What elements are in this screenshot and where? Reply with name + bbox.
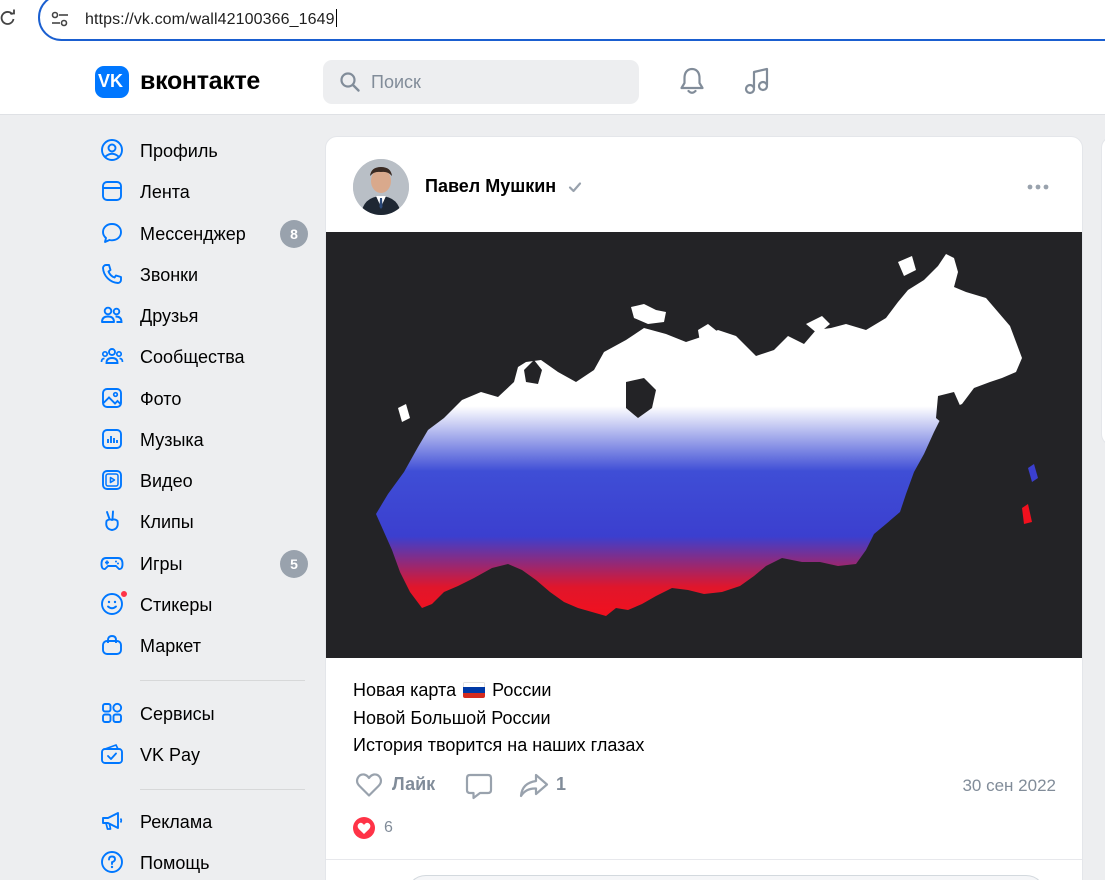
photo-icon <box>102 388 122 408</box>
games-icon <box>100 557 124 570</box>
phone-icon <box>102 264 122 284</box>
sidebar-item-music[interactable]: Музыка <box>96 421 311 457</box>
sidebar-item-label: Маркет <box>140 636 201 656</box>
post-text-line: Новая карта России <box>353 677 644 705</box>
sidebar-item-label: VK Pay <box>140 745 201 765</box>
megaphone-icon <box>102 812 123 830</box>
sidebar-item-label: Стикеры <box>140 595 213 615</box>
sidebar-item-clips[interactable]: Клипы <box>96 503 311 539</box>
verified-check-icon <box>568 182 582 193</box>
sidebar-item-label: Лента <box>140 182 190 202</box>
heart-reaction-icon <box>353 817 375 839</box>
russia-flag-emoji-icon <box>463 682 486 698</box>
messenger-icon <box>102 223 122 243</box>
sidebar-item-label: Звонки <box>140 265 199 285</box>
sidebar-item-ads[interactable]: Реклама <box>96 803 311 839</box>
search-icon <box>340 72 360 92</box>
sidebar-item-market[interactable]: Маркет <box>96 627 311 663</box>
like-button-label[interactable]: Лайк <box>392 774 435 795</box>
russia-map-image <box>326 232 1082 658</box>
url-text[interactable]: https://vk.com/wall42100366_1649 <box>85 9 337 29</box>
communities-icon <box>100 348 124 364</box>
more-options-icon[interactable] <box>1025 177 1051 197</box>
post-image[interactable] <box>326 232 1082 658</box>
help-icon <box>101 851 123 873</box>
vk-logo-icon[interactable]: VK <box>95 66 129 98</box>
sidebar-item-help[interactable]: Помощь <box>96 844 311 880</box>
new-indicator-dot <box>120 590 128 598</box>
post-text-segment: Новая карта <box>353 680 457 700</box>
post-date[interactable]: 30 сен 2022 <box>962 776 1056 796</box>
sidebar-item-label: Клипы <box>140 512 194 532</box>
sidebar-item-video[interactable]: Видео <box>96 462 311 498</box>
feed-icon <box>102 181 122 201</box>
sidebar-item-label: Реклама <box>140 812 213 832</box>
video-icon <box>102 470 122 490</box>
profile-icon <box>101 139 123 161</box>
services-icon <box>102 702 123 723</box>
bell-icon[interactable] <box>678 66 706 96</box>
avatar-portrait-image <box>353 159 409 215</box>
sidebar-item-games[interactable]: Игры 5 <box>96 545 311 581</box>
search-box[interactable] <box>323 60 639 104</box>
reload-icon[interactable] <box>0 8 18 28</box>
sidebar-item-messenger[interactable]: Мессенджер 8 <box>96 215 311 251</box>
sidebar-item-vkpay[interactable]: VK Pay <box>96 736 311 772</box>
sidebar-item-label: Музыка <box>140 430 204 450</box>
sidebar-item-feed[interactable]: Лента <box>96 173 311 209</box>
post-text-line: Новой Большой России <box>353 707 551 728</box>
comment-icon[interactable] <box>465 772 493 800</box>
messenger-count-badge: 8 <box>280 220 308 248</box>
post-text-line: История творится на наших глазах <box>353 735 645 755</box>
post-text: Новая карта России Новой Большой России … <box>353 677 644 760</box>
sidebar-item-label: Фото <box>140 389 182 409</box>
vk-logo-text: VK <box>98 71 124 91</box>
games-count-badge: 5 <box>280 550 308 578</box>
comment-input[interactable] <box>406 875 1046 880</box>
sidebar-item-label: Профиль <box>140 141 218 161</box>
browser-toolbar: https://vk.com/wall42100366_1649 <box>0 0 1105 46</box>
sidebar-item-stickers[interactable]: Стикеры <box>96 586 311 622</box>
sidebar-item-label: Игры <box>140 554 183 574</box>
market-icon <box>102 635 122 655</box>
sidebar-item-photo[interactable]: Фото <box>96 380 311 416</box>
sidebar-item-profile[interactable]: Профиль <box>96 132 311 168</box>
post-text-segment: России <box>492 680 552 700</box>
vk-header: VK вконтакте <box>0 46 1105 115</box>
friends-icon <box>101 306 123 323</box>
sidebar-item-communities[interactable]: Сообщества <box>96 338 311 374</box>
sidebar-item-friends[interactable]: Друзья <box>96 297 311 333</box>
author-avatar[interactable] <box>353 159 409 215</box>
sidebar-divider <box>140 680 305 681</box>
clips-icon <box>105 510 119 531</box>
post-actions-bar: Лайк 1 30 сен 2022 <box>326 767 1082 803</box>
sidebar-item-label: Сервисы <box>140 704 215 724</box>
reactions-count: 6 <box>384 819 393 836</box>
sidebar-item-services[interactable]: Сервисы <box>96 695 311 731</box>
wall-post: Павел Мушкин Новая карта России Новой Бо… <box>325 136 1083 880</box>
post-divider <box>326 859 1082 860</box>
sidebar-item-calls[interactable]: Звонки <box>96 256 311 292</box>
sidebar-divider <box>140 789 305 790</box>
post-author-name[interactable]: Павел Мушкин <box>425 176 556 197</box>
sidebar-item-label: Помощь <box>140 853 210 873</box>
sidebar-item-label: Друзья <box>140 306 199 326</box>
share-count: 1 <box>556 774 567 794</box>
sidebar-item-label: Сообщества <box>140 347 245 367</box>
like-heart-icon[interactable] <box>355 772 383 798</box>
search-input[interactable] <box>371 60 621 104</box>
site-settings-icon[interactable] <box>50 9 70 29</box>
vkpay-icon <box>101 743 123 764</box>
sidebar-item-label: Мессенджер <box>140 224 246 244</box>
text-caret <box>335 9 337 27</box>
music-icon[interactable] <box>742 66 772 96</box>
share-icon[interactable] <box>519 772 549 798</box>
sidebar-item-label: Видео <box>140 471 193 491</box>
brand-name[interactable]: вконтакте <box>140 67 260 96</box>
right-column-card <box>1101 136 1105 446</box>
music-note-icon <box>102 429 122 449</box>
